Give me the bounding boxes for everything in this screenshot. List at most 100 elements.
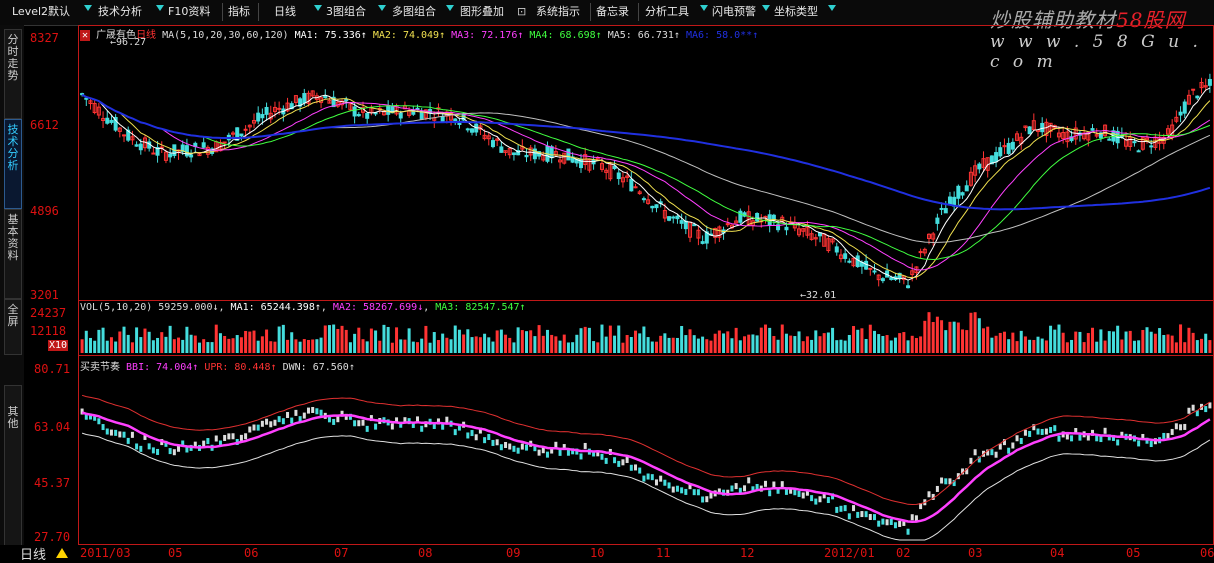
indicator-bar <box>353 420 357 427</box>
indicator-bar <box>483 437 487 444</box>
volume-bar <box>1162 335 1166 353</box>
volume-bar <box>374 330 378 353</box>
indicator-bar <box>1179 424 1183 431</box>
indicator-bar <box>734 483 738 490</box>
x-tick: 08 <box>418 546 433 560</box>
indicator-bar <box>168 448 172 455</box>
indicator-bar <box>629 464 633 471</box>
candle-body <box>994 152 999 163</box>
indicator-bar <box>747 477 751 484</box>
indicator-bar <box>223 434 227 441</box>
candle-body <box>415 107 420 110</box>
volume-bar <box>784 333 788 353</box>
volume-bar <box>218 333 222 353</box>
volume-bar <box>1036 336 1040 353</box>
volume-bar <box>1002 331 1006 353</box>
volume-bar <box>675 337 679 353</box>
indicator-bar <box>910 514 914 521</box>
candle-body <box>84 97 89 100</box>
volume-bar <box>1070 339 1074 353</box>
volume-bar <box>202 339 206 353</box>
indicator-bar <box>1099 436 1103 443</box>
period-footer-label[interactable]: 日线 <box>20 544 46 563</box>
volume-bar <box>893 337 897 353</box>
indicator-bar <box>634 464 638 471</box>
volume-bar <box>688 329 692 353</box>
volume-bar <box>1007 339 1011 353</box>
volume-bar <box>252 330 256 353</box>
volume-bar <box>680 326 684 353</box>
price-chart-canvas[interactable] <box>0 0 1214 561</box>
volume-bar <box>487 337 491 353</box>
volume-bar <box>973 312 977 353</box>
volume-bar <box>432 332 436 353</box>
indicator-bar <box>558 449 562 456</box>
volume-bar <box>298 341 302 353</box>
volume-bar <box>483 333 487 353</box>
volume-bar <box>130 342 134 353</box>
volume-bar <box>1137 340 1141 353</box>
triangle-icon[interactable] <box>56 548 68 558</box>
candle-body <box>356 114 361 117</box>
indicator-bar <box>881 518 885 525</box>
candle-body <box>692 224 697 227</box>
candle-body <box>243 128 248 131</box>
volume-bar <box>1015 341 1019 353</box>
indicator-bar <box>1044 428 1048 435</box>
volume-bar <box>294 339 298 353</box>
indicator-bar <box>1028 430 1032 437</box>
volume-bar <box>566 342 570 353</box>
volume-bar <box>403 339 407 353</box>
volume-bar <box>1153 333 1157 353</box>
indicator-bar <box>311 406 315 413</box>
indicator-bar <box>663 479 667 486</box>
volume-bar <box>1074 331 1078 353</box>
volume-bar <box>520 330 524 353</box>
volume-bar <box>453 325 457 353</box>
volume-bar <box>545 329 549 353</box>
volume-bar <box>638 333 642 353</box>
indicator-bar <box>256 424 260 431</box>
volume-bar <box>504 334 508 353</box>
indicator-bar <box>499 444 503 451</box>
indicator-bar <box>1183 423 1187 430</box>
indicator-bar <box>1174 423 1178 430</box>
volume-bar <box>256 340 260 353</box>
indicator-bar <box>105 428 109 435</box>
candle-body <box>511 152 516 156</box>
volume-bar <box>1078 331 1082 353</box>
indicator-bar <box>818 496 822 503</box>
volume-bar <box>235 335 239 353</box>
indicator-bar <box>856 511 860 518</box>
x-tick: 07 <box>334 546 349 560</box>
volume-bar <box>768 327 772 353</box>
indicator-bar <box>420 425 424 432</box>
indicator-bar <box>1023 429 1027 436</box>
volume-bar <box>931 322 935 353</box>
indicator-bar <box>487 434 491 441</box>
volume-bar <box>847 334 851 353</box>
volume-bar <box>818 336 822 353</box>
volume-bar <box>592 341 596 353</box>
indicator-bar <box>294 409 298 416</box>
candle-body <box>935 217 940 224</box>
indicator-bar <box>743 485 747 492</box>
moving-average-line <box>81 87 1211 281</box>
volume-bar <box>466 329 470 353</box>
indicator-bar <box>1078 434 1082 441</box>
volume-bar <box>814 330 818 353</box>
indicator-bar <box>1204 406 1208 413</box>
volume-bar <box>613 335 617 353</box>
indicator-bar <box>1103 427 1107 434</box>
candle-body <box>386 105 391 115</box>
candle-body <box>700 241 705 244</box>
indicator-bar <box>361 419 365 426</box>
volume-bar <box>273 341 277 353</box>
indicator-bar <box>613 457 617 464</box>
candle-body <box>943 208 948 214</box>
volume-bar <box>143 328 147 353</box>
x-tick: 02 <box>896 546 911 560</box>
volume-bar <box>743 336 747 353</box>
candle-body <box>105 117 110 124</box>
volume-bar <box>763 324 767 353</box>
